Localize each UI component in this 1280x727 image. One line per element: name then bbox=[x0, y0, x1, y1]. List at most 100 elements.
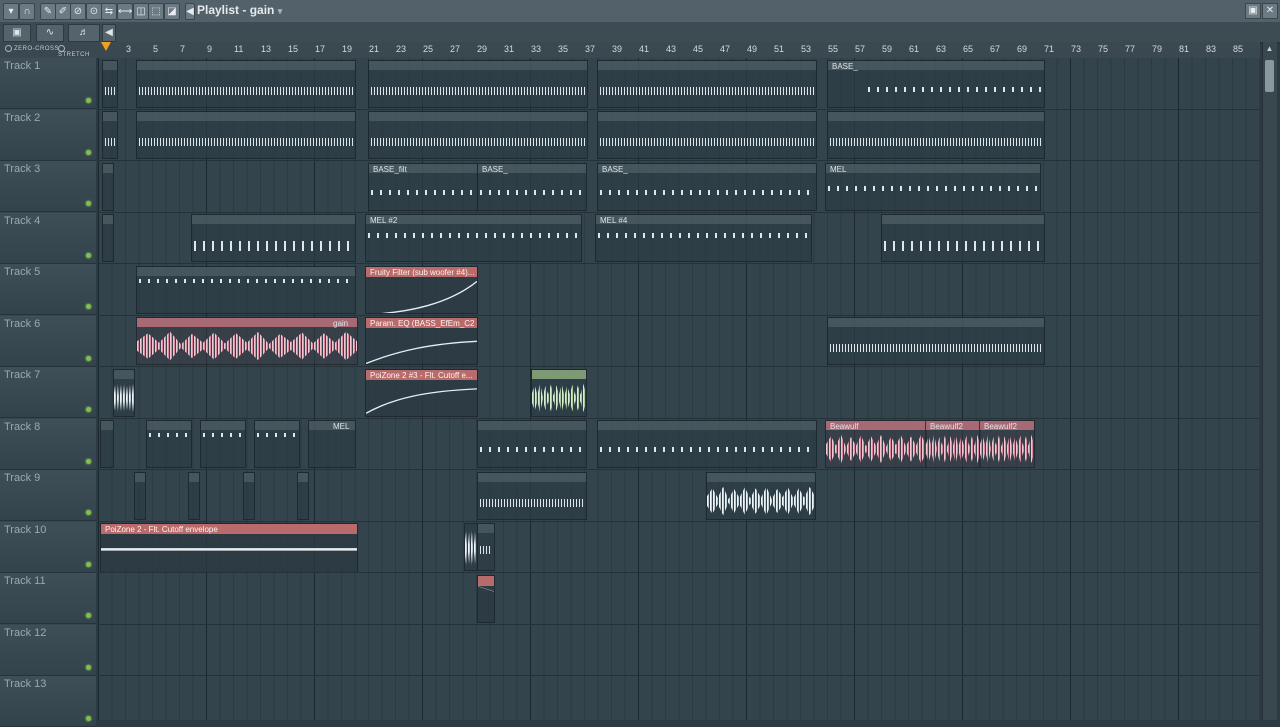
scroll-left-icon[interactable]: ◀ bbox=[102, 24, 116, 42]
vertical-scrollbar[interactable]: ▲ bbox=[1262, 42, 1277, 720]
maximize-icon[interactable]: ▣ bbox=[1245, 3, 1261, 19]
playback-tool-icon[interactable]: ◪ bbox=[164, 3, 180, 20]
track-enable-led-icon[interactable] bbox=[86, 98, 91, 103]
track-header[interactable]: Track 9 bbox=[0, 470, 96, 521]
pattern-clip[interactable] bbox=[477, 472, 587, 520]
pattern-clip[interactable] bbox=[477, 420, 587, 468]
track-header[interactable]: Track 7 bbox=[0, 367, 96, 418]
track-enable-led-icon[interactable] bbox=[86, 716, 91, 721]
track-header[interactable]: Track 13 bbox=[0, 676, 96, 727]
pattern-clip[interactable] bbox=[368, 111, 588, 159]
draw-tool-icon[interactable]: ✎ bbox=[40, 3, 56, 20]
playhead-marker[interactable] bbox=[101, 42, 111, 51]
track-header[interactable]: Track 12 bbox=[0, 624, 96, 676]
pattern-clip[interactable] bbox=[881, 214, 1045, 262]
pattern-clip[interactable] bbox=[134, 472, 146, 520]
stretch-toggle[interactable]: STRETCH bbox=[58, 45, 98, 58]
pattern-clip[interactable] bbox=[188, 472, 200, 520]
pattern-clip[interactable] bbox=[597, 60, 817, 108]
track-enable-led-icon[interactable] bbox=[86, 304, 91, 309]
pattern-clip[interactable] bbox=[102, 111, 118, 159]
track-header[interactable]: Track 2 bbox=[0, 109, 96, 161]
scroll-up-icon[interactable]: ▲ bbox=[1265, 44, 1274, 54]
pattern-clip[interactable] bbox=[136, 60, 356, 108]
pattern-clip[interactable] bbox=[597, 420, 817, 468]
track-header[interactable]: Track 3 bbox=[0, 161, 96, 212]
paint-tool-icon[interactable]: ✐ bbox=[55, 3, 71, 20]
audio-clip[interactable]: Beawulf2 bbox=[979, 420, 1035, 468]
track-enable-led-icon[interactable] bbox=[86, 407, 91, 412]
audio-clip[interactable] bbox=[706, 472, 816, 520]
pattern-clip[interactable] bbox=[102, 163, 114, 211]
zoom-tool-icon[interactable]: ⬚ bbox=[148, 3, 164, 20]
pattern-clip[interactable] bbox=[297, 472, 309, 520]
delete-tool-icon[interactable]: ⊘ bbox=[70, 3, 86, 20]
pattern-clip[interactable] bbox=[827, 317, 1045, 365]
audio-clip[interactable] bbox=[464, 523, 478, 571]
collapse-arrow-icon[interactable]: ◀ bbox=[185, 3, 195, 20]
pattern-clip[interactable]: BASE_ bbox=[597, 163, 817, 211]
track-enable-led-icon[interactable] bbox=[86, 201, 91, 206]
pattern-clip[interactable]: BASE_ bbox=[477, 163, 587, 211]
playlist-grid[interactable]: BASE_ BASE_filt BASE_ BASE_ MEL MEL #2 M… bbox=[98, 58, 1260, 720]
automation-clip[interactable] bbox=[477, 575, 495, 623]
audio-clip[interactable] bbox=[113, 369, 135, 417]
track-header[interactable]: Track 10 bbox=[0, 521, 96, 573]
pattern-clip[interactable] bbox=[102, 214, 114, 262]
magnet-icon[interactable]: ∩ bbox=[19, 3, 35, 20]
pattern-clip[interactable]: MEL bbox=[308, 420, 356, 468]
automation-clip[interactable]: Fruity Filter (sub woofer #4)... bbox=[365, 266, 478, 314]
pattern-clip[interactable]: BASE_ bbox=[827, 60, 1045, 108]
automation-clip[interactable]: PoiZone 2 #3 - Flt. Cutoff e... bbox=[365, 369, 478, 417]
pattern-clip[interactable] bbox=[146, 420, 192, 468]
pattern-clip[interactable] bbox=[477, 523, 495, 571]
scroll-thumb[interactable] bbox=[1265, 60, 1274, 92]
slip-tool-icon[interactable]: ⇆ bbox=[101, 3, 117, 20]
track-header[interactable]: Track 11 bbox=[0, 573, 96, 624]
automation-icon[interactable]: ∿ bbox=[36, 24, 64, 42]
pattern-clip[interactable] bbox=[100, 420, 114, 468]
track-enable-led-icon[interactable] bbox=[86, 149, 91, 155]
pattern-clip[interactable] bbox=[136, 111, 356, 159]
pattern-clip[interactable]: BASE_filt bbox=[368, 163, 478, 211]
pattern-icon[interactable]: ♬ bbox=[68, 24, 100, 42]
pattern-clip[interactable] bbox=[254, 420, 300, 468]
track-header[interactable]: Track 6 bbox=[0, 315, 96, 367]
track-enable-led-icon[interactable] bbox=[86, 355, 91, 361]
audio-clip[interactable]: Beawulf bbox=[825, 420, 927, 468]
track-enable-led-icon[interactable] bbox=[86, 664, 91, 670]
pattern-clip[interactable]: MEL bbox=[825, 163, 1041, 211]
pattern-clip[interactable] bbox=[200, 420, 246, 468]
automation-clip[interactable]: PoiZone 2 - Flt. Cutoff envelope bbox=[100, 523, 358, 573]
select-tool-icon[interactable]: ◫ bbox=[133, 3, 149, 20]
pattern-clip[interactable]: MEL #2 bbox=[365, 214, 582, 262]
close-icon[interactable]: ✕ bbox=[1262, 3, 1278, 19]
track-enable-led-icon[interactable] bbox=[86, 561, 91, 567]
audio-clip[interactable]: Beawulf2 bbox=[925, 420, 981, 468]
audio-clip[interactable]: gain bbox=[136, 317, 358, 365]
pattern-clip[interactable] bbox=[102, 60, 118, 108]
zero-cross-toggle[interactable]: ZERO-CROSS bbox=[5, 45, 59, 52]
pattern-clip[interactable] bbox=[368, 60, 588, 108]
picker-icon[interactable]: ▣ bbox=[3, 24, 31, 42]
pattern-clip[interactable] bbox=[827, 111, 1045, 159]
pattern-clip[interactable] bbox=[136, 266, 356, 314]
mute-tool-icon[interactable]: ⊙ bbox=[86, 3, 102, 20]
track-header[interactable]: Track 4 bbox=[0, 212, 96, 264]
menu-arrow-icon[interactable]: ▾ bbox=[3, 3, 19, 20]
track-header[interactable]: Track 1 bbox=[0, 58, 96, 109]
track-enable-led-icon[interactable] bbox=[86, 613, 91, 618]
track-enable-led-icon[interactable] bbox=[86, 458, 91, 464]
track-enable-led-icon[interactable] bbox=[86, 252, 91, 258]
timeline-ruler[interactable]: 3 5 7 9 11 13 15 17 19 21 23 25 27 29 31 33 35 37 39 41 43 45… bbox=[98, 42, 1260, 59]
track-enable-led-icon[interactable] bbox=[86, 510, 91, 515]
track-header[interactable]: Track 5 bbox=[0, 264, 96, 315]
pattern-clip[interactable] bbox=[243, 472, 255, 520]
slice-tool-icon[interactable]: ⟷ bbox=[117, 3, 133, 20]
audio-clip[interactable] bbox=[531, 369, 587, 417]
pattern-clip[interactable] bbox=[191, 214, 356, 262]
pattern-clip[interactable] bbox=[597, 111, 817, 159]
track-header[interactable]: Track 8 bbox=[0, 418, 96, 470]
pattern-clip[interactable]: MEL #4 bbox=[595, 214, 812, 262]
automation-clip[interactable]: Param. EQ (BASS_EfEm_C2 #... bbox=[365, 317, 478, 365]
